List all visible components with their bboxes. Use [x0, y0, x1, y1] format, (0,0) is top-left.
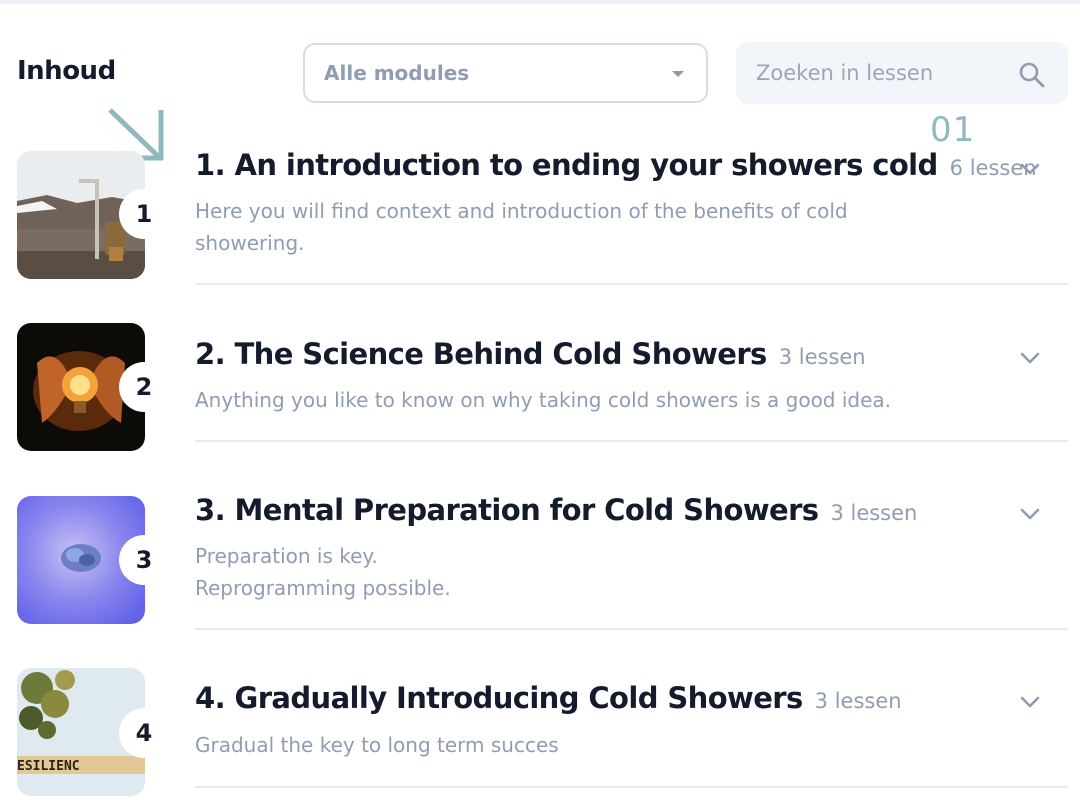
- module-number-badge: 3: [119, 535, 169, 585]
- module-title-text: 4. Gradually Introducing Cold Showers: [195, 681, 803, 715]
- chevron-down-icon[interactable]: [1019, 695, 1041, 709]
- divider: [195, 786, 1068, 788]
- module-number-badge: 4: [119, 708, 169, 758]
- module-description: Here you will find context and introduct…: [195, 199, 848, 255]
- top-border: [0, 0, 1080, 4]
- divider: [195, 628, 1068, 630]
- lesson-count: 3 lessen: [814, 689, 902, 713]
- module-filter-select[interactable]: Alle modules: [303, 43, 708, 103]
- search-icon[interactable]: [1018, 61, 1046, 89]
- chevron-down-icon[interactable]: [1019, 507, 1041, 521]
- annotation-label: 01: [930, 110, 976, 150]
- divider: [195, 283, 1068, 285]
- caret-down-icon: [672, 71, 684, 77]
- module-description: Preparation is key. Reprogramming possib…: [195, 544, 451, 600]
- lesson-count: 3 lessen: [830, 501, 918, 525]
- module-title-text: 1. An introduction to ending your shower…: [195, 148, 938, 182]
- module-title[interactable]: 2. The Science Behind Cold Showers 3 less…: [195, 337, 866, 371]
- module-filter-value: Alle modules: [324, 61, 470, 85]
- lesson-count: 3 lessen: [778, 345, 866, 369]
- module-description: Anything you like to know on why taking …: [195, 388, 892, 412]
- module-title-text: 3. Mental Preparation for Cold Showers: [195, 493, 819, 527]
- module-title-text: 2. The Science Behind Cold Showers: [195, 337, 767, 371]
- module-title[interactable]: 1. An introduction to ending your shower…: [195, 148, 1037, 182]
- module-number-badge: 1: [119, 189, 169, 239]
- thumbnail-tiles-text: ESILIENC: [17, 759, 80, 774]
- module-title[interactable]: 3. Mental Preparation for Cold Showers 3 …: [195, 493, 917, 527]
- module-number-badge: 2: [119, 362, 169, 412]
- divider: [195, 440, 1068, 442]
- page-title: Inhoud: [17, 56, 116, 86]
- chevron-down-icon[interactable]: [1019, 162, 1041, 176]
- module-title[interactable]: 4. Gradually Introducing Cold Showers 3 l…: [195, 681, 902, 715]
- chevron-down-icon[interactable]: [1019, 351, 1041, 365]
- module-description: Gradual the key to long term succes: [195, 733, 559, 757]
